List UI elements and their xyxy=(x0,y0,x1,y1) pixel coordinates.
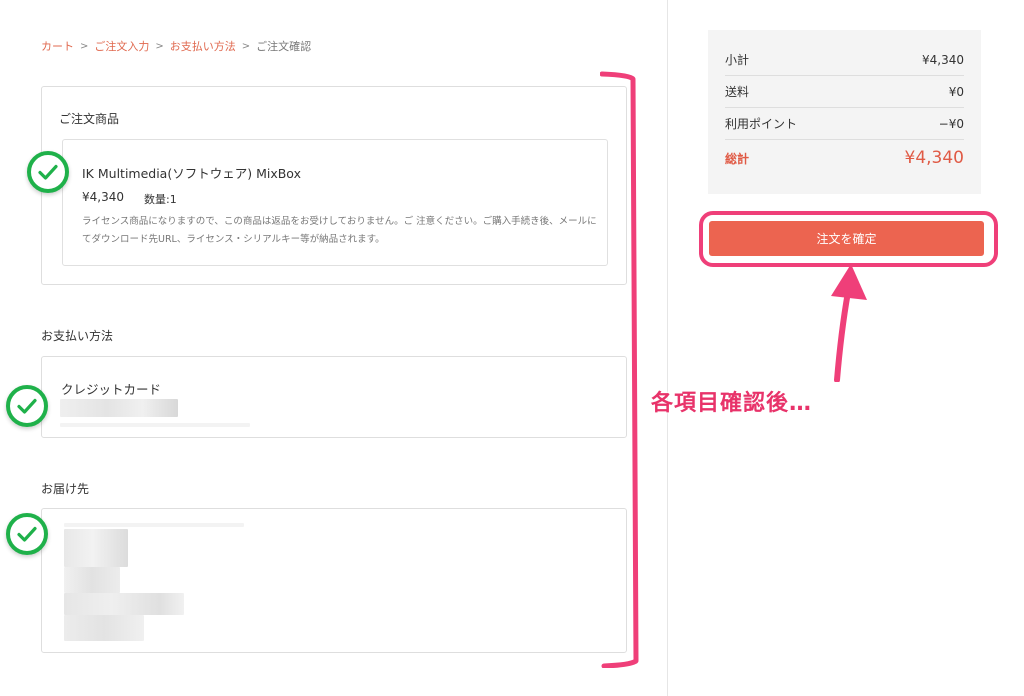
order-items-card: ご注文商品 IK Multimedia(ソフトウェア) MixBox ¥4,34… xyxy=(41,86,627,285)
check-circle-icon xyxy=(6,513,48,555)
breadcrumb-cart[interactable]: カート xyxy=(41,38,74,54)
check-circle-icon xyxy=(27,151,69,193)
product-quantity: 数量:1 xyxy=(144,193,177,206)
breadcrumb-order-input[interactable]: ご注文入力 xyxy=(94,38,149,54)
annotation-text: 各項目確認後… xyxy=(651,391,813,416)
column-divider xyxy=(667,0,668,696)
breadcrumb: カート > ご注文入力 > お支払い方法 > ご注文確認 xyxy=(41,38,311,54)
payment-card: クレジットカード xyxy=(41,356,627,438)
chevron-right-icon: > xyxy=(80,40,89,52)
redacted-card-info-line xyxy=(60,423,250,427)
points-value: −¥0 xyxy=(938,116,964,131)
redacted-address xyxy=(64,615,144,641)
redacted-address xyxy=(64,567,120,593)
shipping-section-title: お届け先 xyxy=(41,482,90,496)
total-label: 総計 xyxy=(725,151,750,166)
redacted-address xyxy=(64,529,128,567)
confirm-order-button[interactable]: 注文を確定 xyxy=(709,221,984,256)
redacted-address xyxy=(64,593,184,615)
subtotal-label: 小計 xyxy=(725,53,750,67)
product-item: IK Multimedia(ソフトウェア) MixBox ¥4,340 数量:1… xyxy=(62,139,608,266)
breadcrumb-payment-method[interactable]: お支払い方法 xyxy=(170,38,236,54)
arrow-up-icon xyxy=(831,264,867,382)
bracket-annotation xyxy=(600,71,639,668)
subtotal-row: 小計 ¥4,340 xyxy=(725,44,964,76)
chevron-right-icon: > xyxy=(155,40,164,52)
points-row: 利用ポイント −¥0 xyxy=(725,108,964,140)
check-circle-icon xyxy=(6,385,48,427)
product-name: IK Multimedia(ソフトウェア) MixBox xyxy=(82,166,301,181)
order-items-title: ご注文商品 xyxy=(59,112,120,126)
chevron-right-icon: > xyxy=(241,40,251,52)
points-label: 利用ポイント xyxy=(725,117,798,131)
shipping-fee-label: 送料 xyxy=(725,85,750,99)
redacted-card-info xyxy=(60,399,178,417)
shipping-card xyxy=(41,508,627,653)
payment-section-title: お支払い方法 xyxy=(41,329,114,343)
total-row: 総計 ¥4,340 xyxy=(725,148,964,168)
product-price: ¥4,340 xyxy=(82,190,124,204)
breadcrumb-current: ご注文確認 xyxy=(256,40,312,53)
order-summary: 小計 ¥4,340 送料 ¥0 利用ポイント −¥0 総計 ¥4,340 xyxy=(708,30,981,194)
payment-method: クレジットカード xyxy=(61,382,162,397)
subtotal-value: ¥4,340 xyxy=(922,52,964,67)
product-note: ライセンス商品になりますので、この商品は返品をお受けしておりません。ご 注意くだ… xyxy=(82,216,597,245)
product-price-row: ¥4,340 数量:1 xyxy=(82,190,177,207)
redacted-address xyxy=(64,523,244,527)
shipping-fee-value: ¥0 xyxy=(948,84,964,99)
order-confirmation-page: カート > ご注文入力 > お支払い方法 > ご注文確認 ご注文商品 IK Mu… xyxy=(0,0,1024,696)
shipping-fee-row: 送料 ¥0 xyxy=(725,76,964,108)
total-value: ¥4,340 xyxy=(904,148,964,168)
